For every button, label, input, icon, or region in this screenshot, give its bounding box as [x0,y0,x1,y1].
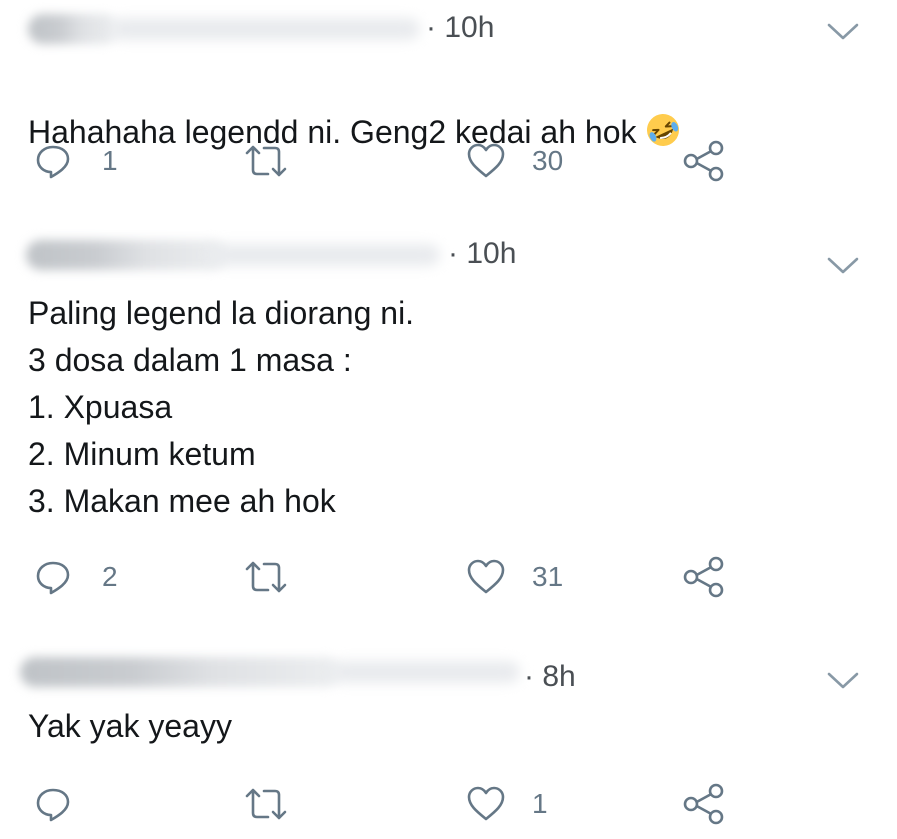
author-name-redacted[interactable] [28,14,118,44]
retweet-button[interactable] [242,552,342,602]
author-name-redacted[interactable] [20,657,340,687]
like-button[interactable]: 31 [466,552,596,602]
author-name-redacted[interactable] [26,240,226,270]
share-button[interactable] [682,552,732,602]
like-button[interactable]: 30 [466,136,596,186]
tweet-text: Yak yak yeayy [28,708,232,744]
author-handle-redacted [330,661,520,683]
like-count: 31 [532,561,564,592]
author-handle-redacted [210,244,440,266]
tweet-1[interactable]: · 10h Hahahaha legendd ni. Geng2 kedai a… [0,0,897,220]
tweet-header: · 10h [0,226,897,274]
chevron-down-icon[interactable] [826,669,860,691]
like-count: 1 [532,788,548,819]
tweet-header: · 10h [0,0,897,44]
tweet-3[interactable]: · 8h Yak yak yeayy 1 [0,643,897,839]
retweet-button[interactable] [242,136,342,186]
reply-icon [36,788,70,822]
reply-button[interactable]: 1 [30,136,130,186]
retweet-icon [245,561,287,593]
tweet-actions: 2 31 [0,552,897,602]
retweet-button[interactable] [242,779,342,829]
like-button[interactable]: 1 [466,779,596,829]
reply-count: 1 [102,145,118,176]
heart-icon [467,559,505,594]
tweet-timestamp[interactable]: · 8h [524,659,576,695]
share-icon [683,783,724,825]
share-button[interactable] [682,779,732,829]
tweet-text: Paling legend la diorang ni. 3 dosa dala… [28,295,415,519]
author-handle-redacted [110,18,420,40]
reply-icon [36,561,70,595]
retweet-icon [245,788,287,820]
tweet-header: · 8h [0,643,897,693]
reply-button[interactable] [30,779,130,829]
like-count: 30 [532,145,564,176]
chevron-down-icon[interactable] [826,254,860,276]
reply-icon [36,145,70,179]
share-icon [683,556,724,598]
share-button[interactable] [682,136,732,186]
tweet-timestamp[interactable]: · 10h [426,10,494,46]
tweet-actions: 1 [0,779,897,829]
heart-icon [467,143,505,178]
heart-icon [467,786,505,821]
retweet-icon [245,145,287,177]
reply-button[interactable]: 2 [30,552,130,602]
reply-count: 2 [102,561,118,592]
share-icon [683,140,724,182]
tweet-timestamp[interactable]: · 10h [448,236,516,272]
tweet-actions: 1 30 [0,136,897,186]
chevron-down-icon[interactable] [826,20,860,42]
tweet-2[interactable]: · 10h Paling legend la diorang ni. 3 dos… [0,226,897,626]
